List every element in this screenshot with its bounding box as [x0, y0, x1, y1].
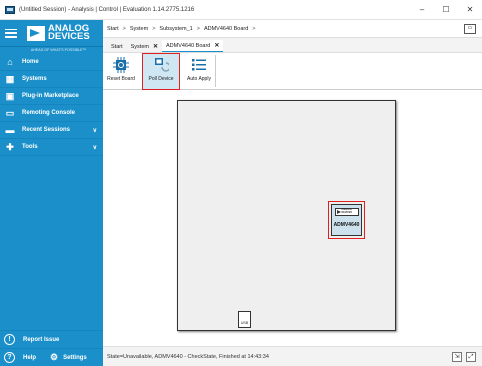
- console-icon: ▭: [5, 107, 15, 118]
- breadcrumb-separator: >: [196, 25, 200, 32]
- auto-apply-button[interactable]: Auto Apply: [183, 53, 215, 89]
- title-bar: (Untitled Session) - Analysis | Control …: [0, 0, 482, 20]
- status-icons: ⇲ ⤢: [448, 352, 476, 362]
- sidebar-item-label: Tools: [22, 144, 38, 150]
- auto-apply-icon: [191, 57, 207, 73]
- breadcrumb-system[interactable]: System: [130, 26, 148, 32]
- sidebar: ANALOG DEVICES AHEAD OF WHAT'S POSSIBLE™…: [0, 20, 103, 366]
- tab-bar: Start System ✕ ADMV4640 Board ✕: [103, 38, 482, 53]
- board-diagram: ANALOG DEVICES ADMV4640 USB: [177, 100, 396, 331]
- tab-label: Start: [111, 44, 123, 50]
- tab-admv4640-board[interactable]: ADMV4640 Board ✕: [162, 40, 224, 52]
- window-title: (Untitled Session) - Analysis | Control …: [19, 6, 195, 13]
- usb-label: USB: [240, 321, 249, 325]
- report-issue-button[interactable]: ! Report Issue: [0, 330, 103, 348]
- info-icon: !: [4, 334, 15, 345]
- breadcrumb-subsystem[interactable]: Subsystem_1: [159, 26, 192, 32]
- sidebar-header: ANALOG DEVICES: [0, 20, 103, 47]
- tab-start[interactable]: Start: [107, 42, 127, 52]
- sidebar-item-label: Plug-in Marketplace: [22, 93, 79, 99]
- close-button[interactable]: ✕: [458, 5, 482, 14]
- recent-sessions-icon: ▬: [5, 125, 15, 135]
- breadcrumb-start[interactable]: Start: [107, 26, 119, 32]
- sidebar-item-label: Home: [22, 59, 39, 65]
- chevron-down-icon: ∨: [92, 144, 97, 151]
- expand-icon[interactable]: ⤢: [466, 352, 476, 362]
- sidebar-footer: ! Report Issue ? Help ⚙ Settings: [0, 330, 103, 366]
- sidebar-item-remoting-console[interactable]: ▭ Remoting Console: [0, 105, 103, 122]
- sidebar-item-label: Systems: [22, 76, 47, 82]
- sidebar-item-label: Recent Sessions: [22, 127, 71, 133]
- board-canvas: ANALOG DEVICES ADMV4640 USB: [103, 90, 482, 346]
- close-tab-icon[interactable]: ✕: [153, 43, 158, 50]
- usb-connector: USB: [238, 311, 251, 328]
- toolbar-divider: [215, 55, 216, 87]
- analog-devices-logo: ANALOG DEVICES: [27, 24, 90, 42]
- help-settings-row: ? Help ⚙ Settings: [0, 348, 103, 366]
- breadcrumb-board[interactable]: ADMV4640 Board: [204, 26, 248, 32]
- poll-device-highlight: [142, 53, 180, 90]
- reset-board-button[interactable]: Reset Board: [105, 53, 137, 89]
- breadcrumb-separator: >: [252, 25, 256, 32]
- toolbar: Reset Board Poll Device Auto Apply: [103, 53, 482, 90]
- help-icon[interactable]: ?: [4, 352, 15, 363]
- sidebar-item-plugin-marketplace[interactable]: ▣ Plug-in Marketplace: [0, 88, 103, 105]
- chip-highlight: [328, 201, 365, 239]
- report-issue-label: Report Issue: [23, 336, 60, 343]
- logo-triangle-icon: [27, 25, 45, 41]
- sidebar-item-home[interactable]: ⌂ Home: [0, 54, 103, 71]
- home-icon: ⌂: [7, 57, 13, 67]
- reset-board-label: Reset Board: [107, 76, 135, 82]
- sidebar-item-label: Remoting Console: [22, 110, 76, 116]
- systems-icon: ▦: [5, 73, 15, 84]
- minimize-button[interactable]: –: [410, 5, 434, 14]
- auto-apply-label: Auto Apply: [187, 76, 211, 82]
- app-icon: [5, 5, 15, 14]
- help-button[interactable]: Help: [23, 355, 36, 361]
- tab-label: ADMV4640 Board: [166, 42, 211, 49]
- breadcrumb: Start > System > Subsystem_1 > ADMV4640 …: [103, 20, 482, 38]
- breadcrumb-separator: >: [152, 25, 156, 32]
- marketplace-icon: ▣: [5, 90, 15, 101]
- export-icon[interactable]: ⇲: [452, 352, 462, 362]
- tab-system[interactable]: System ✕: [127, 41, 162, 52]
- status-bar: State=Unavailable, ADMV4640 - CheckState…: [103, 346, 482, 366]
- breadcrumb-separator: >: [122, 25, 126, 32]
- settings-gear-icon[interactable]: ⚙: [50, 352, 58, 363]
- close-tab-icon[interactable]: ✕: [214, 42, 219, 49]
- sidebar-item-tools[interactable]: ✚ Tools ∨: [0, 139, 103, 156]
- sidebar-item-systems[interactable]: ▦ Systems: [0, 71, 103, 88]
- tab-label: System: [130, 43, 149, 50]
- layout-toggle-icon[interactable]: ▭: [464, 24, 476, 34]
- tools-icon: ✚: [6, 141, 14, 152]
- chevron-down-icon: ∨: [92, 127, 97, 134]
- status-text: State=Unavailable, ADMV4640 - CheckState…: [107, 353, 269, 360]
- reset-board-icon: [113, 57, 129, 73]
- logo-line2: DEVICES: [48, 31, 90, 42]
- settings-button[interactable]: Settings: [63, 355, 87, 361]
- maximize-button[interactable]: ☐: [434, 5, 458, 14]
- hamburger-menu-icon[interactable]: [5, 28, 17, 38]
- sidebar-item-recent-sessions[interactable]: ▬ Recent Sessions ∨: [0, 122, 103, 139]
